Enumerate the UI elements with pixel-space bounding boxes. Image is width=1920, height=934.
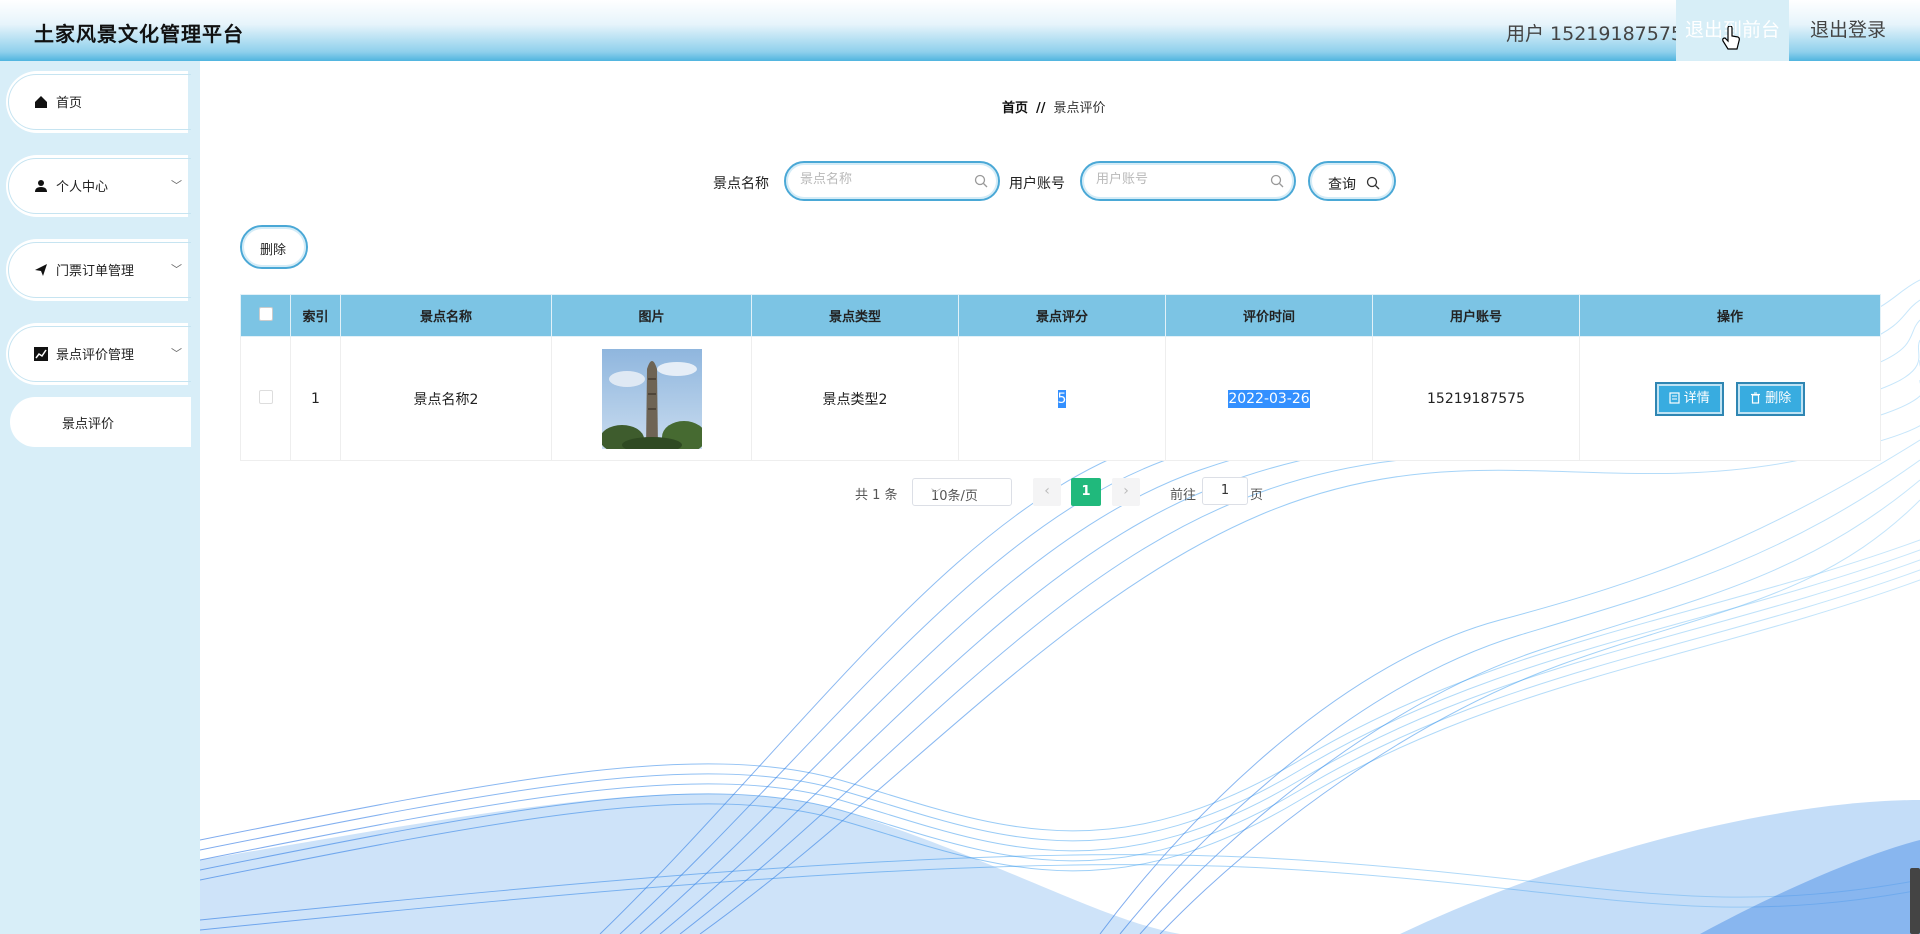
breadcrumb-home[interactable]: 首页 — [1002, 101, 1028, 116]
batch-delete-button[interactable]: 删除 — [240, 225, 308, 269]
column-header: 用户账号 — [1372, 294, 1580, 337]
sidebar: 首页 个人中心 ﹀ 门票订单管理 ﹀ 景点评价管理 ﹀ 景点评价 — [0, 61, 200, 934]
chevron-left-icon: ‹ — [1044, 483, 1050, 499]
search-icon — [974, 174, 988, 188]
column-header: 景点评分 — [958, 294, 1166, 337]
goto-label: 前往 — [1170, 488, 1197, 503]
user-icon — [35, 180, 47, 192]
user-account-input-wrapper — [1080, 161, 1296, 201]
user-account-label: 用户账号 — [1009, 176, 1065, 192]
select-all-checkbox[interactable] — [258, 306, 273, 321]
chart-icon — [34, 347, 48, 361]
breadcrumb-separator: // — [1036, 101, 1046, 116]
cell-user-account: 15219187575 — [1372, 336, 1580, 461]
user-account-input[interactable] — [1096, 172, 1256, 187]
review-table: 索引 景点名称 图片 景点类型 景点评分 评价时间 用户账号 操作 1 景点名称… — [240, 294, 1881, 461]
spot-name-label: 景点名称 — [713, 176, 769, 192]
search-icon — [1366, 176, 1380, 190]
row-delete-button[interactable]: 删除 — [1736, 381, 1806, 416]
column-header: 操作 — [1579, 294, 1881, 337]
user-label: 用户 15219187575 — [1506, 23, 1684, 45]
sidebar-item-label: 门票订单管理 — [56, 264, 135, 279]
pagination-total: 共 1 条 — [855, 488, 898, 503]
search-icon — [1270, 174, 1284, 188]
table-header-row: 索引 景点名称 图片 景点类型 景点评分 评价时间 用户账号 操作 — [240, 294, 1881, 337]
sidebar-item-label: 景点评价管理 — [56, 348, 135, 363]
score-value: 5 — [1057, 389, 1067, 408]
goto-page-input[interactable]: 1 — [1202, 477, 1248, 505]
mouse-pointer-icon — [1722, 26, 1740, 50]
spot-name-input[interactable] — [800, 172, 960, 187]
batch-delete-label: 删除 — [260, 243, 287, 258]
chevron-down-icon: ﹀ — [171, 347, 182, 360]
sidebar-subitem-label: 景点评价 — [62, 417, 115, 432]
sidebar-item-review-management[interactable]: 景点评价管理 ﹀ — [6, 323, 191, 385]
row-checkbox[interactable] — [258, 389, 273, 404]
cell-spot-type: 景点类型2 — [751, 336, 959, 461]
sidebar-item-ticket-orders[interactable]: 门票订单管理 ﹀ — [6, 239, 191, 301]
spot-thumbnail-image — [601, 348, 702, 449]
trash-icon — [1751, 392, 1761, 404]
page-size-select[interactable]: 10条/页 ﹀ — [912, 478, 1012, 506]
breadcrumb-current: 景点评价 — [1053, 101, 1106, 116]
cell-actions: 详情 删除 — [1579, 336, 1881, 461]
sidebar-item-label: 首页 — [56, 96, 83, 111]
column-header: 图片 — [551, 294, 752, 337]
cell-image — [551, 336, 752, 461]
column-header: 景点类型 — [751, 294, 959, 337]
chevron-down-icon: ﹀ — [171, 263, 182, 276]
breadcrumb: 首页 // 景点评价 — [1002, 97, 1106, 116]
column-header: 评价时间 — [1165, 294, 1373, 337]
cell-score: 5 — [958, 336, 1166, 461]
page-unit-label: 页 — [1250, 488, 1264, 503]
spot-name-input-wrapper — [784, 161, 1000, 201]
cell-index: 1 — [290, 336, 341, 461]
query-button[interactable]: 查询 — [1308, 161, 1396, 201]
chevron-down-icon: ﹀ — [171, 179, 182, 192]
home-icon — [35, 96, 47, 108]
next-page-button[interactable]: › — [1112, 478, 1140, 506]
paper-plane-icon — [35, 264, 47, 276]
sidebar-item-personal-center[interactable]: 个人中心 ﹀ — [6, 155, 191, 217]
detail-button[interactable]: 详情 — [1654, 381, 1724, 416]
sidebar-subitem-reviews[interactable]: 景点评价 — [10, 397, 191, 447]
sidebar-item-home[interactable]: 首页 — [6, 71, 191, 133]
sidebar-item-label: 个人中心 — [56, 180, 109, 195]
chevron-right-icon: › — [1123, 483, 1129, 499]
chevron-down-icon: ﹀ — [931, 489, 941, 500]
top-header: 土家风景文化管理平台 用户 15219187575 退出到前台 退出登录 — [0, 0, 1920, 61]
cell-spot-name: 景点名称2 — [340, 336, 552, 461]
row-select-cell — [240, 336, 291, 461]
query-button-label: 查询 — [1328, 177, 1356, 193]
page-number-current[interactable]: 1 — [1071, 478, 1101, 506]
table-row: 1 景点名称2 景点类型2 5 2022-03-26 15219187575 详… — [240, 336, 1881, 461]
logout-button[interactable]: 退出登录 — [1790, 0, 1906, 61]
prev-page-button[interactable]: ‹ — [1033, 478, 1061, 506]
detail-button-label: 详情 — [1683, 390, 1710, 406]
column-header: 景点名称 — [340, 294, 552, 337]
review-time-value: 2022-03-26 — [1228, 389, 1310, 408]
document-icon — [1669, 391, 1680, 404]
select-all-cell — [240, 294, 291, 337]
row-delete-label: 删除 — [1765, 390, 1792, 406]
column-header: 索引 — [290, 294, 341, 337]
cell-review-time: 2022-03-26 — [1165, 336, 1373, 461]
scrollbar-thumb[interactable] — [1910, 868, 1920, 934]
app-title: 土家风景文化管理平台 — [34, 22, 244, 46]
